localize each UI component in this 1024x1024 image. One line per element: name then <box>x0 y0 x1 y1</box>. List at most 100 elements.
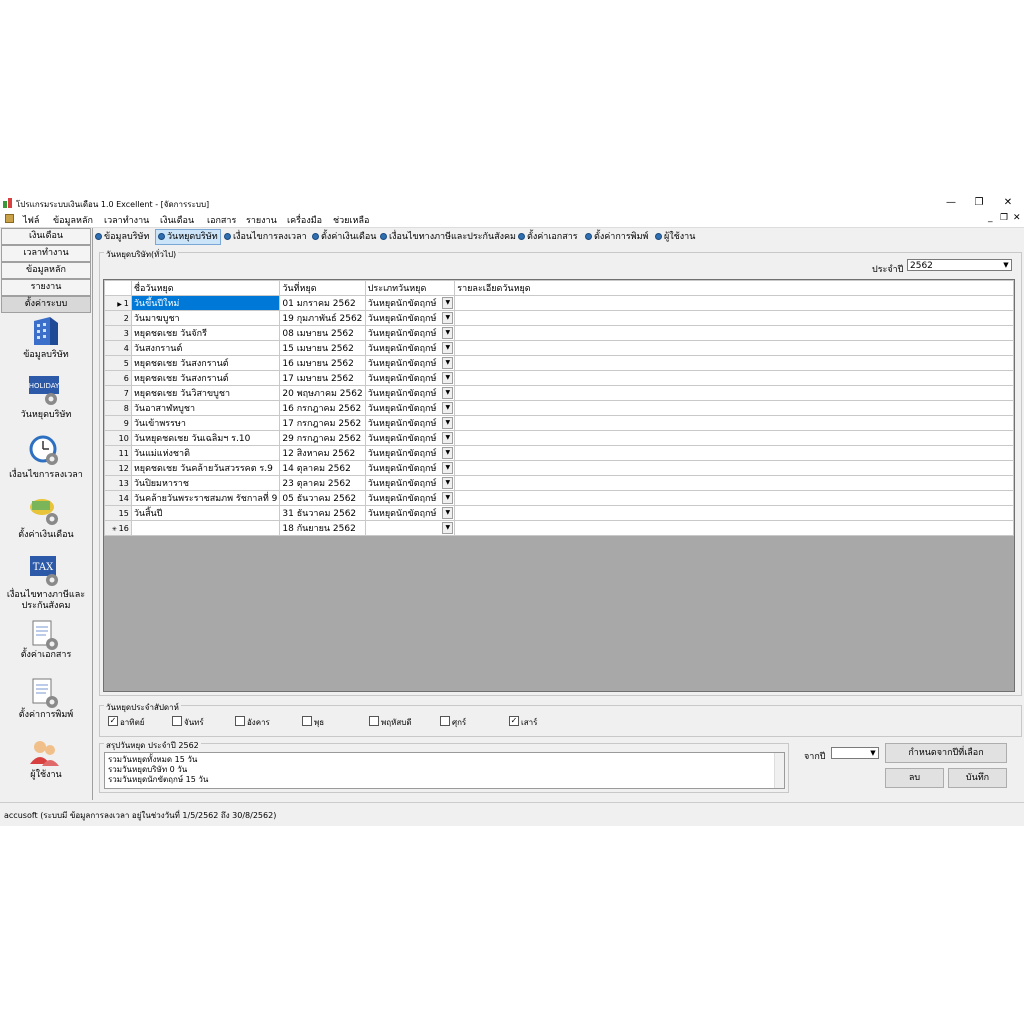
tab-company-info[interactable]: ข้อมูลบริษัท <box>95 230 149 244</box>
minimize-button[interactable]: — <box>940 196 962 210</box>
weekday-label[interactable]: อาทิตย์ <box>120 716 144 729</box>
table-row[interactable]: 9 วันเข้าพรรษา 17 กรกฎาคม 2562 วันหยุดนักขั… <box>104 415 1014 431</box>
chevron-down-icon[interactable]: ▼ <box>442 327 454 339</box>
weekday-checkbox[interactable]: ✓ <box>108 716 118 726</box>
chevron-down-icon[interactable]: ▼ <box>442 297 454 309</box>
mdi-close-button[interactable]: ✕ <box>1013 213 1021 223</box>
nav-time-conditions-label[interactable]: เงื่อนไขการลงเวลา <box>2 470 90 481</box>
nav-company-info-label[interactable]: ข้อมูลบริษัท <box>2 350 90 361</box>
row-header[interactable]: 9 <box>104 415 132 431</box>
menu-tools[interactable]: เครื่องมือ <box>287 213 322 227</box>
building-icon[interactable] <box>28 315 62 347</box>
row-header[interactable]: 11 <box>104 445 132 461</box>
holiday-date-cell[interactable]: 01 มกราคม 2562 <box>279 295 366 311</box>
document-gear-icon[interactable] <box>28 620 62 652</box>
chevron-down-icon[interactable]: ▼ <box>442 342 454 354</box>
holiday-detail-cell[interactable] <box>454 475 1014 491</box>
nav-print-settings-label[interactable]: ตั้งค่าการพิมพ์ <box>2 710 90 721</box>
tab-company-holidays[interactable]: วันหยุดบริษัท <box>155 229 221 245</box>
chevron-down-icon[interactable]: ▼ <box>442 492 454 504</box>
holiday-type-cell[interactable]: วันหยุดนักขัตฤกษ์ ▼ <box>364 490 456 506</box>
holiday-type-cell[interactable]: ▼ <box>364 520 456 536</box>
year-select[interactable]: 2562 ▼ <box>907 259 1012 271</box>
nav-salary-settings-label[interactable]: ตั้งค่าเงินเดือน <box>2 530 90 541</box>
chevron-down-icon[interactable]: ▼ <box>442 462 454 474</box>
from-year-select[interactable]: ▼ <box>831 747 879 759</box>
holiday-date-cell[interactable]: 17 เมษายน 2562 <box>279 370 366 386</box>
tax-icon[interactable]: TAX <box>28 555 62 587</box>
weekday-label[interactable]: พุธ <box>314 716 324 729</box>
nav-master-data-button[interactable]: ข้อมูลหลัก <box>1 262 91 279</box>
holiday-type-cell[interactable]: วันหยุดนักขัตฤกษ์ ▼ <box>364 355 456 371</box>
holiday-type-cell[interactable]: วันหยุดนักขัตฤกษ์ ▼ <box>364 310 456 326</box>
holiday-detail-cell[interactable] <box>454 310 1014 326</box>
nav-document-settings-label[interactable]: ตั้งค่าเอกสาร <box>2 650 90 661</box>
row-header[interactable]: 2 <box>104 310 132 326</box>
mdi-minimize-button[interactable]: _ <box>988 213 993 223</box>
row-header[interactable]: 7 <box>104 385 132 401</box>
summary-textbox[interactable]: รวมวันหยุดทั้งหมด 15 วัน รวมวันหยุดบริษั… <box>104 752 785 789</box>
holiday-type-cell[interactable]: วันหยุดนักขัตฤกษ์ ▼ <box>364 325 456 341</box>
column-header-type[interactable]: ประเภทวันหยุด <box>364 280 456 296</box>
holiday-date-cell[interactable]: 20 พฤษภาคม 2562 <box>279 385 366 401</box>
holiday-date-cell[interactable]: 05 ธันวาคม 2562 <box>279 490 366 506</box>
menu-documents[interactable]: เอกสาร <box>207 213 236 227</box>
holiday-date-cell[interactable]: 15 เมษายน 2562 <box>279 340 366 356</box>
chevron-down-icon[interactable]: ▼ <box>1001 260 1011 270</box>
holiday-name-cell[interactable]: หยุดชดเชย วันสงกรานต์ <box>130 370 281 386</box>
chevron-down-icon[interactable]: ▼ <box>442 402 454 414</box>
weekday-checkbox[interactable] <box>235 716 245 726</box>
weekday-label[interactable]: พฤหัสบดี <box>381 716 412 729</box>
holiday-name-cell[interactable]: วันอาสาฬหบูชา <box>130 400 281 416</box>
weekday-label[interactable]: ศุกร์ <box>452 716 466 729</box>
table-row[interactable]: 13 วันปิยมหาราช 23 ตุลาคม 2562 วันหยุดนักขั… <box>104 475 1014 491</box>
nav-users-label[interactable]: ผู้ใช้งาน <box>2 770 90 781</box>
holiday-detail-cell[interactable] <box>454 340 1014 356</box>
holiday-type-cell[interactable]: วันหยุดนักขัตฤกษ์ ▼ <box>364 400 456 416</box>
mdi-restore-button[interactable]: ❐ <box>1000 213 1008 223</box>
holiday-detail-cell[interactable] <box>454 490 1014 506</box>
chevron-down-icon[interactable]: ▼ <box>442 357 454 369</box>
users-icon[interactable] <box>28 738 62 770</box>
restore-button[interactable]: ❐ <box>968 196 990 210</box>
nav-tax-conditions-label[interactable]: เงื่อนไขทางภาษีและ <box>2 590 90 601</box>
row-header[interactable]: 8 <box>104 400 132 416</box>
column-header-name[interactable]: ชื่อวันหยุด <box>130 280 281 296</box>
holiday-name-cell[interactable]: วันปิยมหาราช <box>130 475 281 491</box>
table-row[interactable]: 4 วันสงกรานต์ 15 เมษายน 2562 วันหยุดนักขัตฤ… <box>104 340 1014 356</box>
weekday-checkbox[interactable] <box>172 716 182 726</box>
holiday-detail-cell[interactable] <box>454 370 1014 386</box>
table-row[interactable]: ▶ 1 วันขึ้นปีใหม่ 01 มกราคม 2562 วันหยุดนัก… <box>104 295 1014 311</box>
holiday-detail-cell[interactable] <box>454 520 1014 536</box>
weekday-label[interactable]: อังคาร <box>247 716 270 729</box>
chevron-down-icon[interactable]: ▼ <box>442 432 454 444</box>
nav-reports-button[interactable]: รายงาน <box>1 279 91 296</box>
tab-print-settings[interactable]: ตั้งค่าการพิมพ์ <box>585 230 648 244</box>
row-header[interactable]: 5 <box>104 355 132 371</box>
holiday-date-cell[interactable]: 16 กรกฎาคม 2562 <box>279 400 366 416</box>
delete-button[interactable]: ลบ <box>885 768 944 788</box>
table-row[interactable]: 2 วันมาฆบูชา 19 กุมภาพันธ์ 2562 วันหยุดนักข… <box>104 310 1014 326</box>
menu-reports[interactable]: รายงาน <box>246 213 277 227</box>
nav-company-holidays-label[interactable]: วันหยุดบริษัท <box>2 410 90 421</box>
holiday-type-cell[interactable]: วันหยุดนักขัตฤกษ์ ▼ <box>364 385 456 401</box>
table-row[interactable]: 12 หยุดชดเชย วันคล้ายวันสวรรคต ร.9 14 ตุลา… <box>104 460 1014 476</box>
chevron-down-icon[interactable]: ▼ <box>442 477 454 489</box>
print-settings-icon[interactable] <box>28 678 62 710</box>
menu-master-data[interactable]: ข้อมูลหลัก <box>53 213 93 227</box>
holiday-type-cell[interactable]: วันหยุดนักขัตฤกษ์ ▼ <box>364 430 456 446</box>
tab-salary-settings[interactable]: ตั้งค่าเงินเดือน <box>312 230 376 244</box>
nav-tax-conditions-label-line2[interactable]: ประกันสังคม <box>2 601 90 612</box>
weekday-checkbox[interactable]: ✓ <box>509 716 519 726</box>
chevron-down-icon[interactable]: ▼ <box>868 748 878 758</box>
column-header-detail[interactable]: รายละเอียดวันหยุด <box>454 280 1014 296</box>
holiday-date-cell[interactable]: 19 กุมภาพันธ์ 2562 <box>279 310 366 326</box>
holiday-date-cell[interactable]: 31 ธันวาคม 2562 <box>279 505 366 521</box>
row-header[interactable]: 10 <box>104 430 132 446</box>
holiday-type-cell[interactable]: วันหยุดนักขัตฤกษ์ ▼ <box>364 340 456 356</box>
holiday-type-cell[interactable]: วันหยุดนักขัตฤกษ์ ▼ <box>364 475 456 491</box>
holiday-type-cell[interactable]: วันหยุดนักขัตฤกษ์ ▼ <box>364 460 456 476</box>
row-header[interactable]: 3 <box>104 325 132 341</box>
row-header[interactable]: 6 <box>104 370 132 386</box>
close-button[interactable]: ✕ <box>997 196 1019 210</box>
